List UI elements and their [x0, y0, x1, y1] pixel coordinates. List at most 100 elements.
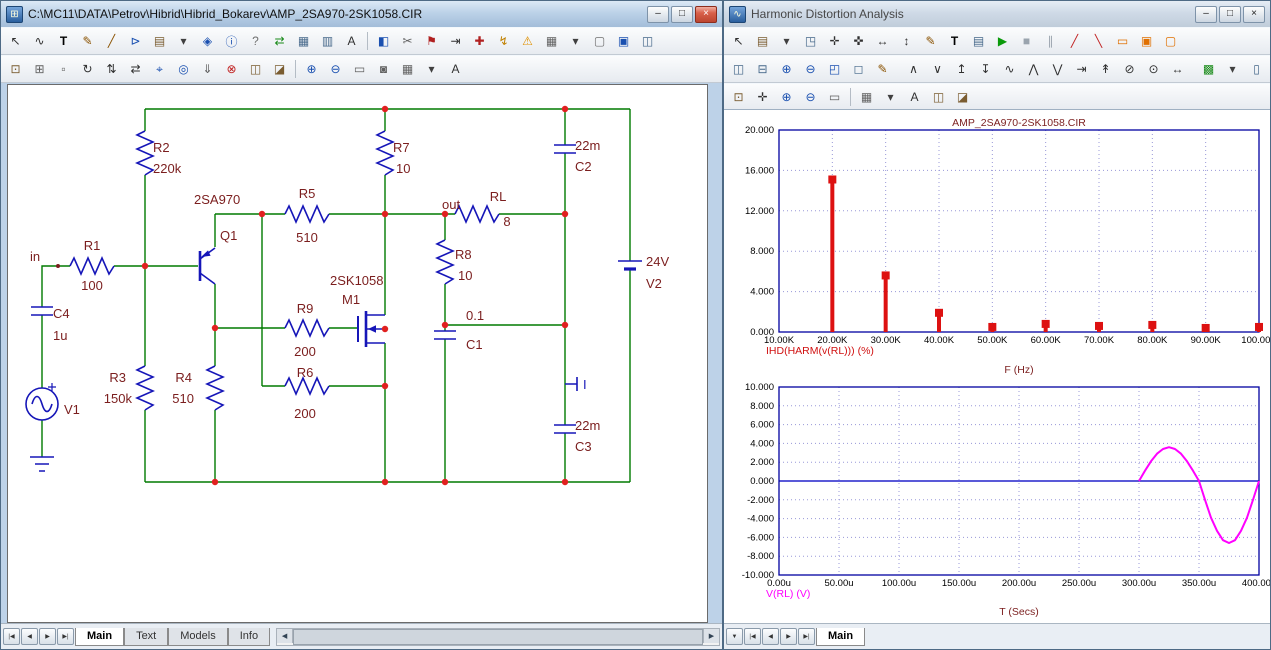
icon-run[interactable]: ▶: [991, 30, 1014, 53]
icon-small-grid[interactable]: ▫: [52, 58, 75, 81]
icon-tile-horizontal[interactable]: ◫: [727, 58, 750, 81]
transistor-q1[interactable]: [200, 248, 215, 284]
tab-scroll-prev[interactable]: ◀: [762, 628, 779, 645]
ground-symbol[interactable]: [30, 457, 54, 471]
scrollbar-thumb[interactable]: [293, 629, 703, 645]
icon-graphics-mode[interactable]: ∿: [28, 30, 51, 53]
icon-zoom-area[interactable]: ◰: [823, 58, 846, 81]
icon-page-setup[interactable]: ▯: [1245, 58, 1268, 81]
icon-limits[interactable]: ▭: [1111, 30, 1134, 53]
icon-flip-vertical[interactable]: ⇅: [100, 58, 123, 81]
resistor-r9[interactable]: [285, 320, 329, 336]
icon-power-toggle[interactable]: ↯: [492, 30, 515, 53]
tab-text[interactable]: Text: [124, 628, 168, 646]
mosfet-m1[interactable]: [358, 311, 385, 347]
sine-source-v1[interactable]: [26, 383, 58, 420]
close-button[interactable]: ×: [695, 6, 717, 23]
transient-waveform-plot[interactable]: 0.00u50.00u100.00u150.00u200.00u250.00u3…: [742, 382, 1270, 589]
icon-go-to-low[interactable]: ↧: [974, 58, 997, 81]
icon-new-sheet[interactable]: ▢: [588, 30, 611, 53]
icon-pencil[interactable]: ✎: [919, 30, 942, 53]
icon-notes[interactable]: ▤: [967, 30, 990, 53]
icon-text-mode[interactable]: T: [52, 30, 75, 53]
current-marker-symbol[interactable]: [565, 377, 577, 391]
icon-scope-mode[interactable]: ◧: [372, 30, 395, 53]
icon-report[interactable]: ▥: [316, 30, 339, 53]
tab-info[interactable]: Info: [228, 628, 270, 646]
icon-vertical-tag[interactable]: ↕: [895, 30, 918, 53]
icon-box-mode[interactable]: ⊡: [727, 86, 750, 109]
icon-flip-horizontal[interactable]: ⇄: [124, 58, 147, 81]
resistor-r2[interactable]: [137, 131, 153, 175]
icon-slope-down[interactable]: ╲: [1087, 30, 1110, 53]
icon-tag-point[interactable]: ⊙: [1142, 58, 1165, 81]
icon-diagonal-wire-mode[interactable]: ╱: [100, 30, 123, 53]
icon-zoom-out[interactable]: ⊖: [799, 86, 822, 109]
icon-stop-error[interactable]: ⊗: [220, 58, 243, 81]
icon-warning[interactable]: ⚠: [516, 30, 539, 53]
capacitor-c4[interactable]: [31, 307, 53, 315]
icon-restore-scale[interactable]: ▢: [1159, 30, 1182, 53]
icon-tile-vertical[interactable]: ⊟: [751, 58, 774, 81]
icon-box-tool[interactable]: ⊡: [4, 58, 27, 81]
icon-grid-dropdown[interactable]: ▾: [879, 86, 902, 109]
icon-text-mode[interactable]: T: [943, 30, 966, 53]
icon-paste[interactable]: ▤: [148, 30, 171, 53]
minimize-button[interactable]: –: [647, 6, 669, 23]
icon-copy-page[interactable]: ◪: [268, 58, 291, 81]
icon-select-mode[interactable]: ↖: [727, 30, 750, 53]
icon-zoom-in[interactable]: ⊕: [775, 86, 798, 109]
resistor-rl[interactable]: [455, 206, 499, 222]
icon-go-to-y[interactable]: ↟: [1094, 58, 1117, 81]
tab-models[interactable]: Models: [168, 628, 227, 646]
right-titlebar[interactable]: ∿ Harmonic Distortion Analysis – □ ×: [724, 1, 1270, 27]
icon-attribute-text[interactable]: A: [340, 30, 363, 53]
icon-zoom-fit[interactable]: ◻: [847, 58, 870, 81]
horizontal-scrollbar[interactable]: ◀ ▶: [276, 628, 720, 646]
icon-paste[interactable]: ▤: [751, 30, 774, 53]
resistor-r4[interactable]: [207, 366, 223, 410]
icon-rotate[interactable]: ↻: [76, 58, 99, 81]
icon-info-mode[interactable]: ⓘ: [220, 30, 243, 53]
icon-copy[interactable]: ◫: [244, 58, 267, 81]
icon-point-tag[interactable]: ✜: [847, 30, 870, 53]
icon-global-high[interactable]: ⋀: [1022, 58, 1045, 81]
tab-main[interactable]: Main: [75, 628, 124, 646]
icon-flag-mode[interactable]: ⚑: [420, 30, 443, 53]
icon-grid-style[interactable]: ▦: [855, 86, 878, 109]
maximize-button[interactable]: □: [1219, 6, 1241, 23]
icon-go-to-peak[interactable]: ∧: [902, 58, 925, 81]
icon-zoom-percent[interactable]: ▭: [823, 86, 846, 109]
icon-font[interactable]: A: [444, 58, 467, 81]
tab-scroll-first[interactable]: |◀: [744, 628, 761, 645]
tab-scroll-first[interactable]: |◀: [3, 628, 20, 645]
icon-wire-mode[interactable]: ✎: [76, 30, 99, 53]
left-titlebar[interactable]: ⊞ C:\MC11\DATA\Petrov\Hibrid\Hibrid_Boka…: [1, 1, 722, 27]
icon-copy[interactable]: ◫: [927, 86, 950, 109]
icon-zero-cross[interactable]: ⊘: [1118, 58, 1141, 81]
minimize-button[interactable]: –: [1195, 6, 1217, 23]
icon-global-low[interactable]: ⋁: [1046, 58, 1069, 81]
icon-copy-image[interactable]: ◙: [372, 58, 395, 81]
icon-select-mode[interactable]: ↖: [4, 30, 27, 53]
waveform-legend[interactable]: V(RL) (V): [766, 588, 810, 600]
icon-pin-connections[interactable]: ✚: [468, 30, 491, 53]
icon-find-part[interactable]: ◈: [196, 30, 219, 53]
tab-scroll-next[interactable]: ▶: [39, 628, 56, 645]
icon-pause[interactable]: ∥: [1039, 30, 1062, 53]
tab-main[interactable]: Main: [816, 628, 865, 646]
icon-spreadsheet[interactable]: ▦: [292, 30, 315, 53]
icon-zoom-percent[interactable]: ▭: [348, 58, 371, 81]
icon-help-mode[interactable]: ?: [244, 30, 267, 53]
icon-zoom-out[interactable]: ⊖: [324, 58, 347, 81]
icon-component-mode[interactable]: ⊳: [124, 30, 147, 53]
icon-tag-horizontal[interactable]: ↔: [1166, 58, 1189, 81]
icon-zoom-in[interactable]: ⊕: [775, 58, 798, 81]
icon-crosshair-mode[interactable]: ✛: [751, 86, 774, 109]
tab-scroll-next[interactable]: ▶: [780, 628, 797, 645]
icon-zoom-out[interactable]: ⊖: [799, 58, 822, 81]
scroll-right-button[interactable]: ▶: [703, 629, 719, 643]
icon-zoom-in[interactable]: ⊕: [300, 58, 323, 81]
icon-slope-up[interactable]: ╱: [1063, 30, 1086, 53]
icon-paste-dropdown[interactable]: ▾: [172, 30, 195, 53]
